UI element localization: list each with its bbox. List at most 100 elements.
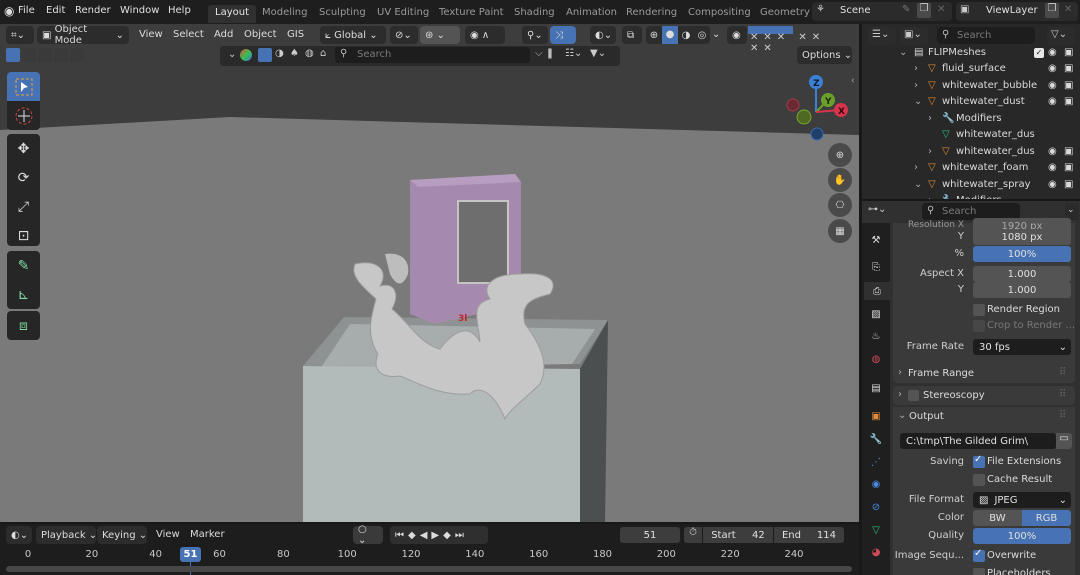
proportional-editing[interactable]: ◉ ∧ — [465, 26, 505, 44]
menu-window[interactable]: Window — [120, 5, 159, 16]
hierarchy-icon[interactable]: ☷⌄ — [565, 48, 582, 59]
color-bw-option[interactable]: BW — [973, 510, 1022, 526]
viewlayer-selector[interactable]: ▣ ViewLayer ❐ ✕ — [956, 2, 1078, 21]
quality-slider[interactable]: 100% — [973, 528, 1071, 544]
menu-edit[interactable]: Edit — [46, 5, 65, 16]
display-mode-dropdown[interactable]: ☰⌄ — [868, 27, 896, 45]
frame-range-panel-header[interactable]: › Frame Range ⠿ — [893, 364, 1075, 383]
outliner-item[interactable]: › ▽ whitewater_foam ◉ ▣ — [862, 160, 1080, 176]
tab-output-icon[interactable]: ⎙ — [864, 282, 890, 300]
navigation-gizmo[interactable]: Z Y X — [780, 74, 855, 144]
playhead-frame-indicator[interactable]: 51 — [180, 547, 201, 562]
eye-icon[interactable]: ◉ — [1048, 146, 1057, 157]
overwrite-checkbox[interactable] — [973, 548, 985, 562]
camera-render-icon[interactable]: ▣ — [1064, 96, 1073, 107]
scene-name[interactable]: Scene — [840, 5, 871, 16]
select-subtract-icon[interactable] — [38, 48, 52, 62]
filter-world-icon[interactable]: ◍ — [305, 48, 314, 59]
placeholders-checkbox[interactable] — [973, 568, 985, 575]
pan-view-button[interactable]: ✋ — [828, 168, 852, 192]
editor-type-button[interactable]: ⌗⌄ — [6, 26, 34, 44]
eye-icon[interactable]: ◉ — [1048, 162, 1057, 173]
tab-texture-paint[interactable]: Texture Paint — [432, 5, 511, 23]
close-viewlayer-icon[interactable]: ✕ — [1064, 4, 1072, 15]
select-invert-icon[interactable] — [54, 48, 68, 62]
bookmark-icon[interactable]: ⌵ ❚ — [535, 48, 554, 59]
outliner-item[interactable]: › ▽ whitewater_bubble ◉ ▣ — [862, 78, 1080, 94]
measure-tool[interactable]: ⊾ — [7, 280, 40, 309]
tab-object-icon[interactable]: ▣ — [866, 407, 886, 425]
menu-object[interactable]: Object — [244, 29, 277, 40]
tab-view-layer-icon[interactable]: ▨ — [866, 305, 886, 323]
tab-modifiers-icon[interactable]: 🔧 — [866, 430, 886, 448]
rendered-shading-icon[interactable]: ◎ — [694, 30, 710, 41]
tab-constraints-icon[interactable]: ⊘ — [866, 498, 886, 516]
annotate-tool[interactable]: ✎ — [7, 251, 40, 280]
tab-sculpting[interactable]: Sculpting — [312, 5, 373, 23]
tab-physics-icon[interactable]: ◉ — [866, 475, 886, 493]
visibility-eye-icon[interactable]: ◉ — [727, 26, 747, 44]
tab-material-icon[interactable]: ◕ — [866, 543, 886, 561]
tab-shading[interactable]: Shading — [507, 5, 562, 23]
aspect-y-field[interactable]: 1.000 — [973, 282, 1071, 298]
tab-collection-icon[interactable]: ▤ — [866, 379, 886, 397]
3d-viewport[interactable]: 3l ⌗⌄ ▣ Object Mode ⌄ View Select Add Ob… — [0, 24, 859, 522]
collection-row[interactable]: ⌄ ▤ FLIPMeshes ✓ ◉ ▣ — [862, 45, 1080, 61]
tab-data-icon[interactable]: ▽ — [866, 521, 886, 539]
camera-render-icon[interactable]: ▣ — [1064, 162, 1073, 173]
viewlayer-name[interactable]: ViewLayer — [986, 5, 1038, 16]
tab-particles-icon[interactable]: ⋰ — [866, 453, 886, 471]
rotate-tool[interactable]: ⟳ — [7, 163, 40, 192]
stereoscopy-panel-header[interactable]: › Stereoscopy ⠿ — [893, 386, 1075, 405]
new-viewlayer-icon[interactable]: ❐ — [1045, 3, 1059, 18]
toggle-xray-button[interactable]: ⧉ — [622, 26, 642, 44]
transform-orientation-dropdown[interactable]: ⟀ Global ⌄ — [320, 26, 386, 44]
frame-rate-dropdown[interactable]: 30 fps ⌄ — [973, 339, 1071, 355]
outliner-item[interactable]: › 🔧Modifiers — [862, 193, 1080, 199]
drag-handle-icon[interactable]: ⠿ — [1059, 410, 1066, 421]
resolution-percent-slider[interactable]: 100% — [973, 246, 1071, 262]
sidebar-toggle-icon[interactable]: ‹ — [851, 76, 855, 86]
snap-toggle[interactable]: ⊛ ⌄ — [420, 26, 460, 44]
expand-chevron-icon[interactable]: › — [914, 63, 918, 74]
camera-render-icon[interactable]: ▣ — [1064, 47, 1073, 58]
show-overlays-toggle[interactable]: ⤨ — [550, 26, 576, 44]
eye-icon[interactable]: ◉ — [1048, 96, 1057, 107]
collapse-chevron-icon[interactable]: ⌄ — [914, 96, 922, 107]
eye-icon[interactable]: ◉ — [1048, 80, 1057, 91]
expand-chevron-icon[interactable]: › — [928, 113, 932, 124]
filter-brush-icon[interactable]: ⌂ — [320, 48, 326, 59]
tab-rendering[interactable]: Rendering — [619, 5, 684, 23]
tab-render-icon[interactable]: ⎘ — [866, 258, 886, 276]
blender-logo-icon[interactable]: ◉ — [4, 4, 14, 18]
stereoscopy-checkbox[interactable] — [908, 390, 919, 401]
drag-handle-icon[interactable]: ⠿ — [1059, 389, 1066, 400]
show-gizmo-dropdown[interactable]: ⚲⌄ — [522, 26, 548, 44]
filter-object-icon[interactable] — [258, 48, 272, 62]
collapse-chevron-icon[interactable]: ⌄ — [914, 179, 922, 190]
material-shading-icon[interactable]: ◑ — [678, 30, 694, 41]
filter-material-icon[interactable]: ◑ — [275, 48, 284, 59]
solid-shading-icon[interactable]: ● — [662, 26, 678, 44]
eye-icon[interactable]: ◉ — [1048, 47, 1057, 58]
timeline-scrollbar[interactable] — [6, 566, 852, 572]
expand-chevron-icon[interactable]: › — [914, 80, 918, 91]
mode-dropdown[interactable]: ▣ Object Mode ⌄ — [37, 24, 129, 46]
aspect-x-field[interactable]: 1.000 — [973, 266, 1071, 282]
expand-chevron-icon[interactable]: ⌄ — [899, 47, 907, 58]
menu-gis[interactable]: GIS — [287, 29, 304, 40]
outliner-item[interactable]: › ▽ whitewater_dus ◉ ▣ — [862, 144, 1080, 160]
camera-render-icon[interactable]: ▣ — [1064, 146, 1073, 157]
outliner-item[interactable]: ⌄ ▽ whitewater_spray ◉ ▣ — [862, 177, 1080, 193]
exclude-checkbox[interactable]: ✓ — [1034, 48, 1044, 58]
outliner-item[interactable]: › ▽ fluid_surface ◉ ▣ — [862, 61, 1080, 77]
eye-icon[interactable]: ◉ — [1048, 63, 1057, 74]
camera-render-icon[interactable]: ▣ — [1064, 80, 1073, 91]
tab-layout[interactable]: Layout — [208, 5, 256, 23]
outliner-item[interactable]: › 🔧Modifiers — [862, 111, 1080, 127]
cache-result-checkbox[interactable] — [973, 474, 985, 486]
collapse-chevron-icon[interactable]: ⌄ — [898, 410, 906, 421]
menu-file[interactable]: File — [18, 5, 35, 16]
expand-chevron-icon[interactable]: › — [928, 146, 932, 157]
pivot-point-dropdown[interactable]: ⊘⌄ — [390, 26, 418, 44]
